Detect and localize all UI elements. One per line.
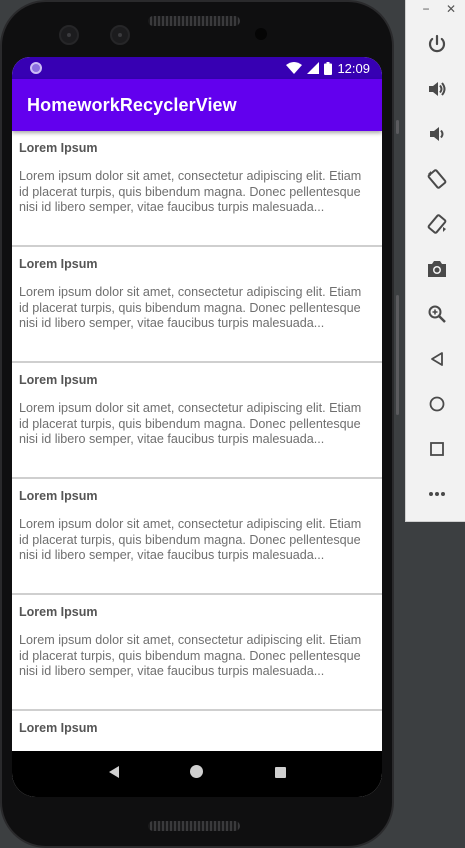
back-icon — [108, 765, 120, 783]
top-speaker — [148, 16, 240, 26]
signal-icon — [307, 62, 320, 74]
nav-back-button[interactable] — [100, 760, 128, 788]
rotate-left-button[interactable] — [425, 167, 449, 191]
list-item[interactable]: Lorem Ipsum Lorem ipsum dolor sit amet, … — [12, 131, 382, 247]
zoom-icon — [427, 304, 447, 324]
item-title: Lorem Ipsum — [19, 489, 98, 503]
app-title: HomeworkRecyclerView — [27, 94, 237, 115]
side-button — [396, 120, 399, 134]
home-icon — [190, 765, 204, 783]
list-item[interactable]: Lorem Ipsum Lorem ipsum dolor sit amet, … — [12, 595, 382, 711]
list-item[interactable]: Lorem Ipsum Lorem ipsum dolor sit amet, … — [12, 479, 382, 595]
device-screen: 12:09 HomeworkRecyclerView Lorem Ipsum L… — [12, 57, 382, 797]
nav-home-button[interactable] — [183, 760, 211, 788]
rotate-left-icon — [426, 168, 448, 190]
battery-icon — [324, 61, 333, 75]
status-time: 12:09 — [337, 60, 370, 76]
more-button[interactable] — [425, 482, 449, 506]
item-body: Lorem ipsum dolor sit amet, consectetur … — [19, 633, 362, 678]
rotate-right-icon — [426, 213, 448, 235]
proximity-sensor — [255, 28, 267, 40]
toolbar-overview-button[interactable] — [425, 437, 449, 461]
navigation-bar — [12, 751, 382, 797]
camera-icon — [427, 260, 447, 278]
nav-recents-button[interactable] — [266, 760, 294, 788]
item-body: Lorem ipsum dolor sit amet, consectetur … — [19, 401, 362, 446]
toolbar-back-button[interactable] — [425, 347, 449, 371]
recents-icon — [274, 765, 286, 783]
item-body: Lorem ipsum dolor sit amet, consectetur … — [19, 169, 362, 214]
emulator-device: 12:09 HomeworkRecyclerView Lorem Ipsum L… — [0, 0, 399, 848]
volume-down-button[interactable] — [425, 122, 449, 146]
rotate-right-button[interactable] — [425, 212, 449, 236]
screenshot-button[interactable] — [425, 257, 449, 281]
item-title: Lorem Ipsum — [19, 605, 98, 619]
front-sensor — [110, 25, 130, 45]
emulator-toolbar: − ✕ — [405, 0, 465, 522]
close-button[interactable]: ✕ — [444, 2, 458, 16]
front-camera — [59, 25, 79, 45]
volume-down-icon — [427, 124, 447, 144]
volume-up-icon — [427, 79, 447, 99]
home-icon — [429, 396, 445, 412]
item-title: Lorem Ipsum — [19, 257, 98, 271]
item-title: Lorem Ipsum — [19, 373, 98, 387]
back-icon — [429, 351, 445, 367]
bottom-speaker — [148, 821, 240, 831]
volume-up-button[interactable] — [425, 77, 449, 101]
list-item[interactable]: Lorem Ipsum Lorem ipsum dolor sit amet, … — [12, 247, 382, 363]
item-body: Lorem ipsum dolor sit amet, consectetur … — [19, 517, 362, 562]
list-item[interactable]: Lorem Ipsum Lorem ipsum dolor sit amet, … — [12, 363, 382, 479]
item-title: Lorem Ipsum — [19, 721, 98, 735]
minimize-button[interactable]: − — [419, 2, 433, 16]
item-title: Lorem Ipsum — [19, 141, 98, 155]
toolbar-home-button[interactable] — [425, 392, 449, 416]
status-bar: 12:09 — [12, 57, 382, 79]
overview-icon — [429, 441, 445, 457]
item-body: Lorem ipsum dolor sit amet, consectetur … — [19, 285, 362, 330]
more-icon — [428, 491, 446, 497]
recycler-view[interactable]: Lorem Ipsum Lorem ipsum dolor sit amet, … — [12, 131, 382, 751]
zoom-button[interactable] — [425, 302, 449, 326]
notification-icon — [30, 62, 42, 74]
list-item[interactable]: Lorem Ipsum — [12, 711, 382, 751]
side-button — [396, 295, 399, 415]
app-bar: HomeworkRecyclerView — [12, 79, 382, 131]
power-button[interactable] — [425, 32, 449, 56]
wifi-icon — [286, 62, 303, 74]
power-icon — [427, 34, 447, 54]
